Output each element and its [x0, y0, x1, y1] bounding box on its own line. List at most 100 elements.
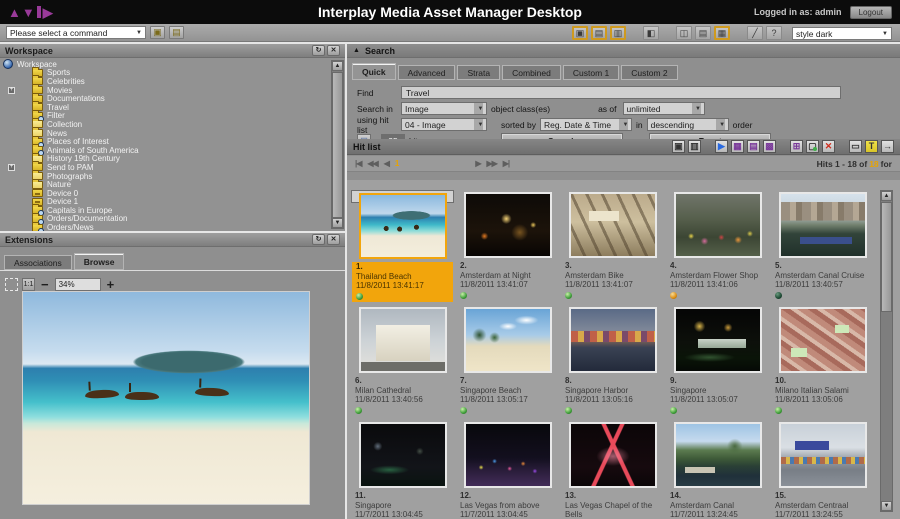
tree-item[interactable]: Travel [0, 103, 345, 112]
tree-item[interactable]: Orders/Documentation [0, 215, 345, 224]
fit-to-window-icon[interactable] [5, 278, 18, 291]
tab-associations[interactable]: Associations [4, 255, 72, 270]
search-tab-combined[interactable]: Combined [502, 65, 561, 80]
result-thumbnail[interactable] [464, 192, 552, 258]
help-icon[interactable]: ? [766, 26, 782, 40]
result-cell[interactable]: 4.Amsterdam Flower Shop11/8/2011 13:41:0… [666, 190, 769, 303]
result-cell[interactable]: 12.Las Vegas from above11/7/2011 13:04:4… [456, 420, 559, 519]
search-tab-strata[interactable]: Strata [457, 65, 500, 80]
tree-item[interactable]: News [0, 129, 345, 138]
tree-item[interactable]: Orders/News [0, 223, 345, 231]
new-document-icon[interactable]: ▢ [806, 140, 819, 153]
order-select[interactable]: descending ▼ [647, 118, 729, 131]
result-thumbnail[interactable] [779, 307, 867, 373]
result-cell[interactable]: 9.Singapore11/8/2011 13:05:07 [666, 305, 769, 418]
close-icon[interactable]: ✕ [327, 45, 340, 56]
tree-root[interactable]: Workspace [0, 60, 345, 69]
result-thumbnail[interactable] [464, 422, 552, 488]
tree-item[interactable]: Device 1 [0, 198, 345, 207]
scroll-up-icon[interactable]: ▲ [332, 61, 343, 71]
command-select[interactable]: Please select a command ▼ [6, 26, 146, 39]
split-view-icon[interactable]: ◧ [643, 26, 659, 40]
export-icon[interactable]: → [881, 140, 894, 153]
result-cell[interactable]: 13.Las Vegas Chapel of the Bells11/7/201… [561, 420, 664, 519]
move-icon[interactable]: ⊞ [790, 140, 803, 153]
expander-icon[interactable]: + [8, 87, 15, 94]
collapse-icon[interactable]: ▲ [353, 47, 360, 54]
wrench-icon[interactable]: ╱ [747, 26, 763, 40]
tree-item[interactable]: Filter [0, 112, 345, 121]
search-tab-advanced[interactable]: Advanced [398, 65, 456, 80]
actual-size-button[interactable]: 1:1 [22, 278, 35, 291]
zoom-out-button[interactable]: − [39, 278, 51, 291]
result-thumbnail[interactable] [464, 307, 552, 373]
sorted-by-select[interactable]: Reg. Date & Time ▼ [540, 118, 632, 131]
page-nav-button[interactable]: ◀ [384, 159, 389, 168]
result-thumbnail[interactable] [674, 422, 762, 488]
tree-item[interactable]: Sports [0, 69, 345, 78]
results-scrollbar[interactable]: ▲ ▼ [880, 190, 893, 512]
grid-small-icon[interactable]: ▦ [731, 140, 744, 153]
workspace-scrollbar[interactable]: ▲ ▼ [331, 60, 344, 229]
copy-icon[interactable]: ▥ [688, 140, 701, 153]
tree-item[interactable]: +Movies [0, 86, 345, 95]
search-in-select[interactable]: Image ▼ [401, 102, 487, 115]
search-panel-header[interactable]: ▲ Search [347, 44, 900, 58]
tree-item[interactable]: Places of Interest [0, 137, 345, 146]
style-select[interactable]: style dark ▼ [792, 27, 892, 40]
result-cell[interactable]: 2.Amsterdam at Night11/8/2011 13:41:07 [456, 190, 559, 303]
tree-item[interactable]: History 19th Century [0, 155, 345, 164]
grid-medium-icon[interactable]: ▤ [747, 140, 760, 153]
delete-icon[interactable]: ✕ [822, 140, 835, 153]
result-thumbnail[interactable] [569, 307, 657, 373]
tree-item[interactable]: Capitals in Europe [0, 206, 345, 215]
play-icon[interactable]: ▶ [715, 140, 728, 153]
result-thumbnail[interactable] [359, 193, 447, 259]
expander-icon[interactable]: + [8, 164, 15, 171]
close-icon[interactable]: ✕ [327, 234, 340, 245]
result-thumbnail[interactable] [674, 192, 762, 258]
search-tab-quick[interactable]: Quick [352, 63, 396, 80]
tree-item[interactable]: Celebrities [0, 77, 345, 86]
page-nav-button[interactable]: |◀ [355, 159, 361, 168]
logout-button[interactable]: Logout [850, 6, 892, 19]
columns-layout-icon[interactable]: ◫ [676, 26, 692, 40]
find-input[interactable] [401, 86, 841, 99]
copy-page-icon[interactable]: ▤ [169, 26, 184, 39]
tree-item[interactable]: Device 0 [0, 189, 345, 198]
quad-layout-icon[interactable]: ▦ [714, 26, 730, 40]
result-thumbnail[interactable] [569, 192, 657, 258]
tree-item[interactable]: Nature [0, 180, 345, 189]
result-cell[interactable]: 3.Amsterdam Bike11/8/2011 13:41:07 [561, 190, 664, 303]
result-thumbnail[interactable] [779, 422, 867, 488]
scroll-down-icon[interactable]: ▼ [332, 218, 343, 228]
scrollbar-thumb[interactable] [332, 72, 343, 218]
page-nav-button[interactable]: ◀◀ [367, 159, 377, 168]
tab-browse[interactable]: Browse [74, 253, 125, 270]
result-cell[interactable]: 15.Amsterdam Centraal11/7/2011 13:24:55 [771, 420, 874, 519]
page-nav-button[interactable]: ▶ [475, 159, 480, 168]
scroll-up-icon[interactable]: ▲ [881, 191, 892, 201]
refresh-icon[interactable]: ↻ [312, 234, 325, 245]
result-thumbnail[interactable] [359, 307, 447, 373]
scrollbar-thumb[interactable] [881, 202, 892, 312]
monitor-icon[interactable]: ▣ [572, 26, 588, 40]
grid-large-icon[interactable]: ▩ [763, 140, 776, 153]
result-cell[interactable]: 6.Milan Cathedral11/8/2011 13:40:56 [351, 305, 454, 418]
result-cell[interactable]: 10.Milano Italian Salami11/8/2011 13:05:… [771, 305, 874, 418]
result-cell[interactable]: 1.Thailand Beach11/8/2011 13:41:17 [351, 190, 454, 203]
result-cell[interactable]: 7.Singapore Beach11/8/2011 13:05:17 [456, 305, 559, 418]
frame-icon[interactable]: ▭ [849, 140, 862, 153]
zoom-in-button[interactable]: + [105, 278, 117, 291]
result-thumbnail[interactable] [569, 422, 657, 488]
zoom-level-input[interactable] [55, 278, 101, 291]
search-tab-custom-1[interactable]: Custom 1 [563, 65, 619, 80]
new-window-icon[interactable]: ▣ [150, 26, 165, 39]
tree-item[interactable]: Photographs [0, 172, 345, 181]
image-preview[interactable] [22, 291, 310, 505]
result-thumbnail[interactable] [359, 422, 447, 488]
tree-item[interactable]: +Send to PAM [0, 163, 345, 172]
tree-item[interactable]: Animals of South America [0, 146, 345, 155]
result-cell[interactable]: 14.Amsterdam Canal11/7/2011 13:24:45 [666, 420, 769, 519]
tree-item[interactable]: Documentations [0, 94, 345, 103]
